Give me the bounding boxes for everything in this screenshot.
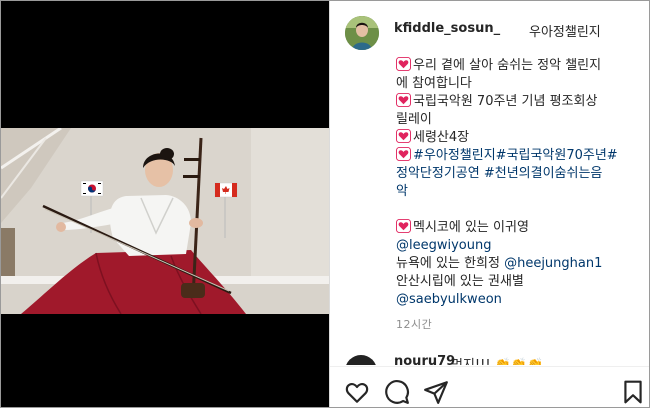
commenter-avatar[interactable] — [345, 355, 377, 365]
heart-outline-icon[interactable] — [344, 379, 370, 405]
caption-line: 악 — [396, 183, 646, 201]
caption-line: 국립국악원 70주년 기념 평조회상 — [396, 93, 646, 111]
caption-line: 우리 곁에 살아 숨쉬는 정악 챌린지 — [396, 57, 646, 75]
caption-text: 안산시립에 있는 권새별 — [396, 274, 524, 289]
caption-line: @leegwiyoung — [396, 237, 646, 255]
caption-text: 릴레이 — [396, 112, 432, 127]
caption-line: 에 참여합니다 — [396, 75, 646, 93]
caption-line: 정악단정기공연 #천년의결이숨쉬는음 — [396, 165, 646, 183]
hashtag-link[interactable]: 정악단정기공연 #천년의결이숨쉬는음 — [396, 166, 602, 181]
author-avatar[interactable] — [345, 16, 379, 50]
caption-line: 안산시립에 있는 권새별 — [396, 273, 646, 291]
mention-link[interactable]: @heejunghan1 — [504, 256, 602, 271]
hashtag-link[interactable]: 악 — [396, 184, 408, 199]
heart-emoji-icon — [396, 57, 411, 71]
mention-link[interactable]: @saebyulkweon — [396, 292, 502, 307]
media-pane — [1, 1, 329, 407]
heart-emoji-icon — [396, 147, 411, 161]
caption-line: 뉴욕에 있는 한희정 @heejunghan1 — [396, 255, 646, 273]
heart-emoji-icon — [396, 129, 411, 143]
caption-line: #우아정챌린지#국립국악원70주년# — [396, 147, 646, 165]
author-username[interactable]: kfiddle_sosun_ — [394, 21, 500, 36]
caption-line: 세령산4장 — [396, 129, 646, 147]
caption-text: 세령산4장 — [413, 130, 470, 145]
action-bar — [330, 366, 649, 407]
author-post-title: 우아정챌린지 — [529, 25, 601, 40]
caption-text: 국립국악원 70주년 기념 평조회상 — [413, 94, 598, 109]
video-frame-illustration — [1, 128, 329, 314]
hashtag-link[interactable]: #우아정챌린지#국립국악원70주년# — [413, 148, 618, 163]
comment-text: 멋지!!! 👏👏👏 — [451, 354, 543, 365]
avatar-photo — [345, 16, 379, 50]
caption-text: 에 참여합니다 — [396, 76, 472, 91]
post-timestamp[interactable]: 12시간 — [396, 316, 432, 332]
post-caption: 우리 곁에 살아 숨쉬는 정악 챌린지 에 참여합니다 국립국악원 70주년 기… — [396, 57, 646, 309]
heart-emoji-icon — [396, 93, 411, 107]
heart-emoji-icon — [396, 219, 411, 233]
paper-plane-icon[interactable] — [423, 379, 449, 405]
post-details-pane: kfiddle_sosun_ 우아정챌린지 우리 곁에 살아 숨쉬는 정악 챌린… — [330, 1, 649, 407]
caption-text: 우리 곁에 살아 숨쉬는 정악 챌린지 — [413, 58, 602, 73]
caption-line: 릴레이 — [396, 111, 646, 129]
bookmark-icon[interactable] — [620, 379, 646, 405]
post-video[interactable] — [1, 128, 329, 314]
caption-line: @saebyulkweon — [396, 291, 646, 309]
comment-bubble-icon[interactable] — [384, 379, 410, 405]
comment-row: nouru79 멋지!!! 👏👏👏 — [330, 351, 649, 365]
commenter-username[interactable]: nouru79 — [394, 354, 455, 365]
caption-text: 멕시코에 있는 이귀영 — [413, 220, 529, 235]
caption-line: 멕시코에 있는 이귀영 — [396, 219, 646, 237]
caption-text: 뉴욕에 있는 한희정 — [396, 256, 505, 271]
mention-link[interactable]: @leegwiyoung — [396, 238, 491, 253]
